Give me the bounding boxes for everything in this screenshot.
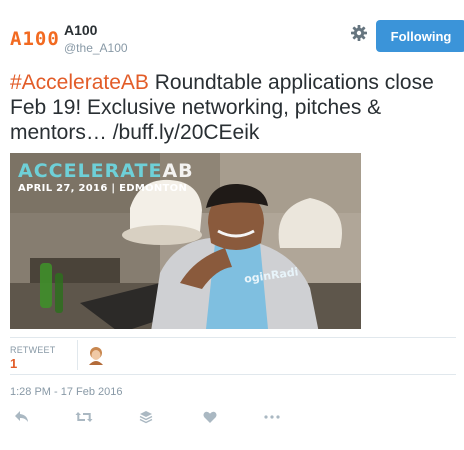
tweet-text: #AccelerateAB Roundtable applications cl… xyxy=(10,70,450,145)
following-button[interactable]: Following xyxy=(376,20,464,52)
tweet-url-link[interactable]: /buff.ly/20CEeik xyxy=(113,121,260,144)
retweeter-avatar[interactable] xyxy=(86,345,106,365)
tweet-photo[interactable]: ACCELERATEAB APRIL 27, 2016 | EDMONTON o… xyxy=(10,153,361,329)
tweet-timestamp[interactable]: 1:28 PM - 17 Feb 2016 xyxy=(10,386,123,398)
reply-icon[interactable] xyxy=(10,405,34,429)
account-handle[interactable]: @the_A100 xyxy=(64,41,128,55)
gear-icon[interactable] xyxy=(350,24,368,42)
promo-title: ACCELERATEAB xyxy=(18,161,194,181)
divider-bottom xyxy=(10,374,456,375)
retweet-count[interactable]: 1 xyxy=(10,356,17,371)
promo-date: APRIL 27, 2016 | EDMONTON xyxy=(18,183,188,194)
stats-divider xyxy=(77,340,78,370)
hashtag-link[interactable]: #AccelerateAB xyxy=(10,71,149,94)
heart-icon[interactable] xyxy=(198,405,222,429)
tweet-actions xyxy=(10,405,310,429)
retweet-icon[interactable] xyxy=(72,405,96,429)
divider-top xyxy=(10,337,456,338)
tweet-header: A100 A100 @the_A100 Following xyxy=(10,20,464,60)
account-logo[interactable]: A100 xyxy=(10,24,59,54)
promo-title-suffix: AB xyxy=(162,160,194,182)
more-icon[interactable] xyxy=(260,405,284,429)
retweet-label[interactable]: RETWEET xyxy=(10,345,55,355)
promo-title-main: ACCELERATE xyxy=(18,160,163,182)
stack-icon[interactable] xyxy=(134,405,158,429)
account-name[interactable]: A100 xyxy=(64,22,97,38)
